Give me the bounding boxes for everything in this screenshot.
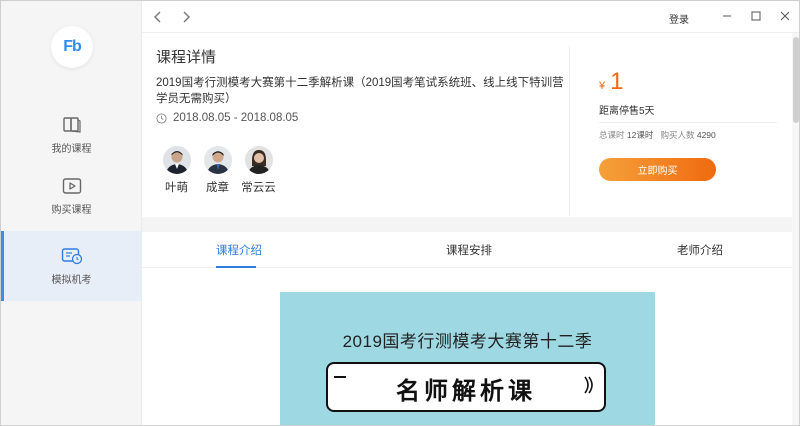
course-date-row: 2018.08.05 - 2018.08.05 bbox=[156, 112, 298, 124]
logo-text: Fb bbox=[63, 38, 82, 55]
tab-course-schedule[interactable]: 课程安排 bbox=[446, 242, 492, 258]
chevron-left-icon bbox=[154, 11, 161, 23]
sale-countdown: 距离停售5天 bbox=[599, 106, 655, 117]
sidebar-item-my-courses[interactable]: 我的课程 bbox=[1, 100, 142, 170]
course-stats: 总课时 12课时 购买人数 4290 bbox=[599, 129, 716, 141]
tab-teacher-intro[interactable]: 老师介绍 bbox=[677, 242, 723, 258]
book-icon bbox=[62, 116, 81, 133]
sidebar-item-label: 我的课程 bbox=[51, 143, 92, 155]
app-logo: Fb bbox=[51, 26, 93, 68]
minimize-button[interactable] bbox=[720, 9, 734, 23]
maximize-icon bbox=[751, 11, 761, 21]
currency-symbol: ¥ bbox=[599, 80, 606, 92]
play-icon bbox=[62, 177, 81, 194]
total-lessons-value: 12课时 bbox=[626, 130, 654, 140]
teacher-name: 成章 bbox=[206, 182, 229, 194]
clock-icon bbox=[156, 112, 167, 124]
teacher-name: 常云云 bbox=[241, 182, 276, 194]
scroll-curl-icon bbox=[584, 376, 593, 394]
course-description: 2019国考行测模考大赛第十二季解析课（2019国考笔试系统班、线上线下特训营学… bbox=[156, 77, 564, 105]
price-divider bbox=[599, 122, 777, 123]
section-separator bbox=[142, 217, 799, 232]
maximize-button[interactable] bbox=[749, 9, 763, 23]
teacher-item[interactable]: 常云云 bbox=[238, 146, 279, 195]
buyers-value: 4290 bbox=[696, 130, 716, 140]
buy-now-button[interactable]: 立即购买 bbox=[599, 158, 716, 181]
course-detail: 课程详情 2019国考行测模考大赛第十二季解析课（2019国考笔试系统班、线上线… bbox=[142, 34, 799, 232]
price-value: 1 bbox=[610, 68, 624, 95]
sidebar-item-mock-exam[interactable]: 模拟机考 bbox=[1, 231, 142, 301]
teacher-list: 叶萌 成章 常云云 bbox=[156, 146, 279, 195]
total-lessons-label: 总课时 bbox=[599, 130, 625, 140]
vertical-scrollbar[interactable] bbox=[792, 33, 799, 425]
banner-title: 2019国考行测模考大赛第十二季 bbox=[342, 332, 593, 351]
login-link[interactable]: 登录 bbox=[669, 11, 689, 26]
minimize-icon bbox=[723, 15, 731, 17]
detail-divider bbox=[569, 46, 570, 216]
sidebar: Fb 我的课程 购买课程 模拟机考 bbox=[1, 1, 142, 425]
teacher-avatar bbox=[244, 146, 273, 174]
exam-clock-icon bbox=[61, 247, 82, 264]
course-banner: 2019国考行测模考大赛第十二季 名师解析课 bbox=[280, 292, 655, 425]
banner-scroll: 名师解析课 bbox=[326, 362, 606, 412]
teacher-name: 叶萌 bbox=[165, 182, 188, 194]
sidebar-item-label: 购买课程 bbox=[51, 204, 92, 216]
teacher-item[interactable]: 成章 bbox=[197, 146, 238, 195]
course-date-range: 2018.08.05 - 2018.08.05 bbox=[173, 112, 299, 124]
forward-button[interactable] bbox=[178, 9, 194, 25]
teacher-avatar bbox=[162, 146, 191, 174]
chevron-right-icon bbox=[183, 11, 190, 23]
sidebar-item-buy-courses[interactable]: 购买课程 bbox=[1, 161, 142, 231]
teacher-item[interactable]: 叶萌 bbox=[156, 146, 197, 195]
active-tab-indicator bbox=[216, 266, 256, 268]
close-button[interactable] bbox=[778, 9, 792, 23]
teacher-avatar bbox=[203, 146, 232, 174]
tab-course-intro[interactable]: 课程介绍 bbox=[216, 242, 262, 258]
page-title: 课程详情 bbox=[156, 49, 217, 66]
title-bar: 登录 bbox=[142, 1, 799, 33]
scrollbar-thumb[interactable] bbox=[793, 37, 799, 123]
back-button[interactable] bbox=[150, 9, 166, 25]
price: ¥ 1 bbox=[599, 68, 623, 96]
banner-scroll-text: 名师解析课 bbox=[396, 378, 536, 405]
app-window: Fb 我的课程 购买课程 模拟机考 登录 课程详情 2019国考行测模考大赛第十… bbox=[0, 0, 800, 426]
close-icon bbox=[780, 11, 790, 21]
sidebar-item-label: 模拟机考 bbox=[51, 274, 92, 286]
detail-tabs: 课程介绍 课程安排 老师介绍 bbox=[142, 232, 799, 268]
buyers-label: 购买人数 bbox=[660, 130, 695, 140]
